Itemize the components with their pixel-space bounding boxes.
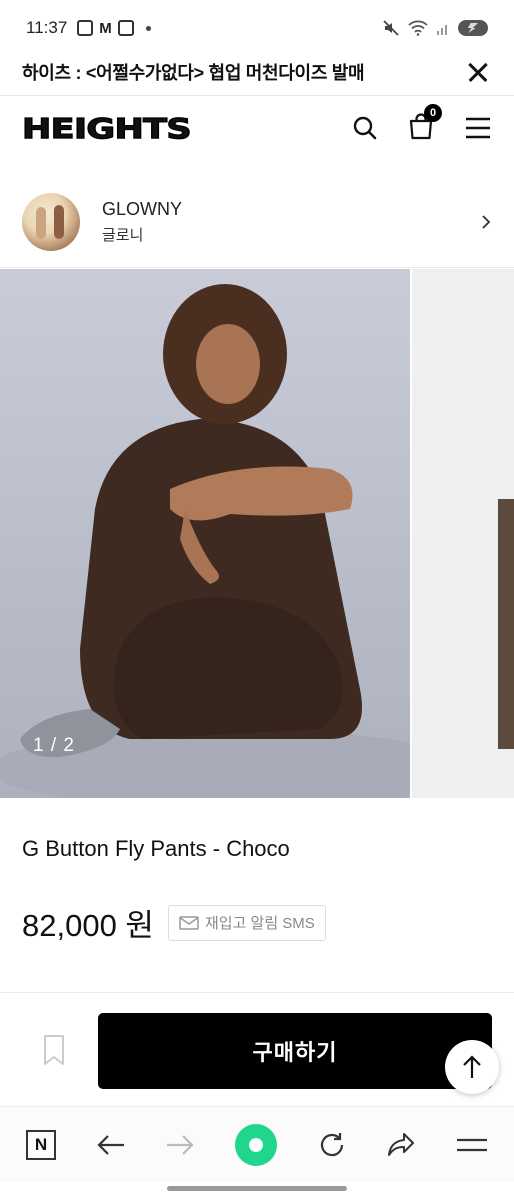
menu-icon[interactable] — [456, 1134, 488, 1156]
cart-count-badge: 0 — [424, 103, 442, 122]
buy-button[interactable]: 구매하기 — [98, 1013, 492, 1089]
screenshot-icon — [77, 20, 94, 36]
signal-icon — [437, 25, 447, 35]
scroll-to-top-button[interactable] — [445, 1040, 499, 1094]
product-price: 82,000 원 — [22, 908, 154, 943]
home-icon[interactable] — [234, 1123, 277, 1166]
refresh-icon[interactable] — [317, 1130, 347, 1160]
forward-arrow-icon[interactable] — [165, 1133, 195, 1157]
mute-icon — [383, 20, 399, 36]
brand-name-kr: 글로니 — [102, 226, 144, 244]
notification-icons: M — [77, 20, 151, 37]
webview-title: 하이츠 : <어쩔수가없다> 협업 머천다이즈 발매 — [22, 62, 365, 83]
envelope-icon — [179, 915, 199, 930]
product-photo-next[interactable] — [412, 269, 514, 798]
brand-text: GLOWNY 글로니 — [102, 199, 182, 245]
search-icon[interactable] — [352, 115, 378, 141]
price-row: 82,000 원 재입고 알림 SMS — [22, 900, 326, 945]
restock-sms-button[interactable]: 재입고 알림 SMS — [167, 904, 326, 941]
brand-avatar — [22, 192, 80, 251]
gmail-icon: M — [99, 19, 112, 37]
model-photo-illustration — [0, 284, 410, 798]
battery-charging-icon — [458, 20, 488, 36]
browser-bottom-bar: N — [0, 1106, 514, 1182]
share-icon[interactable] — [386, 1131, 416, 1159]
section-divider — [0, 992, 514, 993]
back-arrow-icon[interactable] — [96, 1133, 126, 1157]
chevron-right-icon — [482, 214, 491, 229]
header-actions: 0 — [352, 103, 492, 145]
arrow-up-icon — [463, 1055, 481, 1078]
bookmark-icon[interactable] — [42, 1034, 66, 1066]
more-notifications-icon — [145, 25, 151, 31]
restock-sms-label: 재입고 알림 SMS — [204, 915, 315, 932]
status-time: 11:37 — [26, 18, 68, 37]
brand-name: GLOWNY — [102, 198, 183, 219]
product-photo-main[interactable]: 1 / 2 — [0, 269, 410, 798]
naver-n-label: N — [34, 1134, 48, 1154]
home-indicator — [167, 1186, 347, 1191]
site-logo[interactable]: HEIGHTS — [21, 111, 192, 145]
naver-n-icon[interactable]: N — [26, 1129, 56, 1160]
webview-header: 하이츠 : <어쩔수가없다> 협업 머천다이즈 발매 — [0, 48, 514, 96]
product-image-gallery[interactable]: 1 / 2 — [0, 269, 514, 798]
brand-row[interactable]: GLOWNY 글로니 — [0, 176, 514, 268]
image-page-indicator: 1 / 2 — [33, 735, 75, 756]
product-title: G Button Fly Pants - Choco — [22, 836, 290, 861]
site-header: HEIGHTS 0 — [0, 96, 514, 160]
close-icon[interactable] — [464, 58, 492, 86]
status-right — [382, 19, 488, 37]
cart-button[interactable]: 0 — [408, 103, 442, 145]
hamburger-menu-icon[interactable] — [464, 116, 492, 140]
wifi-icon — [408, 20, 428, 36]
message-icon — [117, 20, 134, 36]
